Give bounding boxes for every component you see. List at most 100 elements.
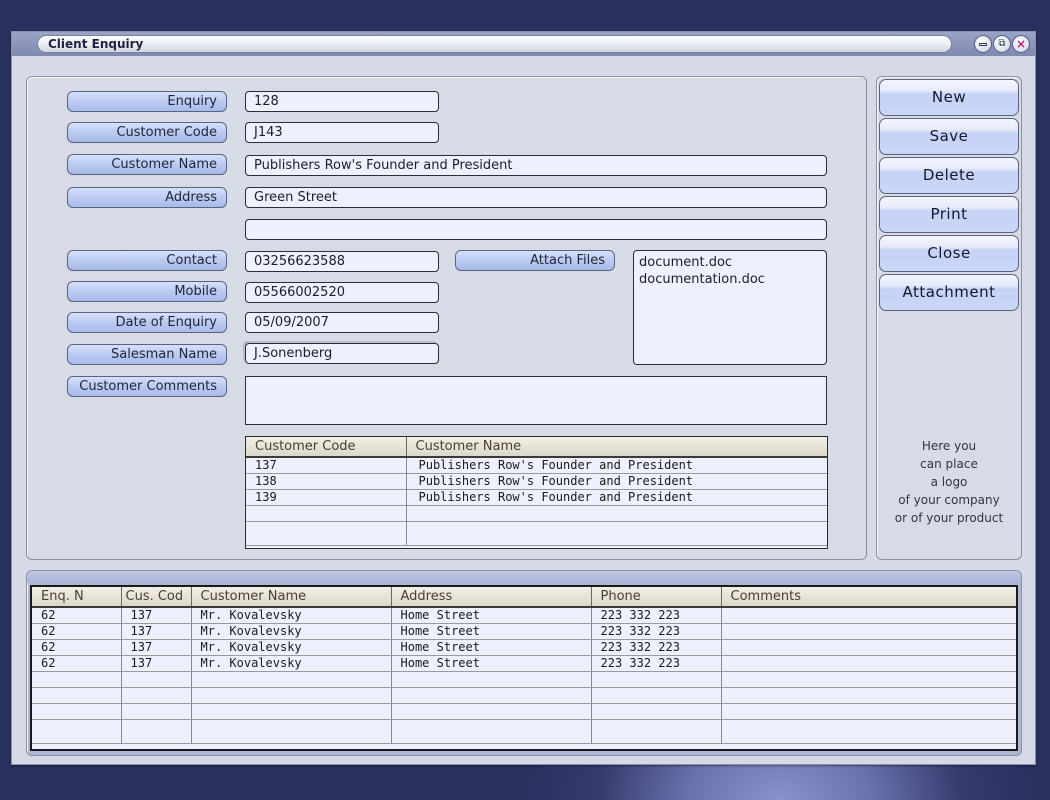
column-header-cus-cod[interactable]: Cus. Cod xyxy=(121,587,192,608)
cell-address xyxy=(391,671,592,688)
cell-customer-code: 138 xyxy=(246,473,407,490)
cell-customer-name xyxy=(191,687,392,704)
cell-phone: 223 332 223 xyxy=(591,607,722,624)
attached-files-list[interactable]: document.doc documentation.doc xyxy=(633,250,827,365)
mobile-field[interactable]: 05566002520 xyxy=(245,282,439,303)
cell-customer-name xyxy=(191,671,392,688)
cell-address: Home Street xyxy=(391,639,592,656)
cell-customer-code xyxy=(246,521,407,546)
close-window-button[interactable]: × xyxy=(1012,35,1030,53)
attachment-button[interactable]: Attachment xyxy=(879,274,1019,311)
cell-cus-cod: 137 xyxy=(121,655,192,672)
cell-phone: 223 332 223 xyxy=(591,623,722,640)
column-header-customer-name[interactable]: Customer Name xyxy=(406,437,827,458)
cell-phone xyxy=(591,687,722,704)
window-title: Client Enquiry xyxy=(37,35,952,53)
address-label[interactable]: Address xyxy=(67,187,227,208)
cell-cus-cod xyxy=(121,703,192,720)
table-row[interactable]: 62 137 Mr. Kovalevsky Home Street 223 332 22… xyxy=(32,607,1016,624)
table-row[interactable] xyxy=(32,703,1016,720)
enquiry-label[interactable]: Enquiry xyxy=(67,91,227,112)
address-field[interactable]: Green Street xyxy=(245,187,827,208)
enquiry-field[interactable]: 128 xyxy=(245,91,439,112)
print-button[interactable]: Print xyxy=(879,196,1019,233)
customer-name-field[interactable]: Publishers Row's Founder and President xyxy=(245,155,827,176)
cell-customer-code: 139 xyxy=(246,489,407,506)
logo-placeholder: Here you can place a logo of your compan… xyxy=(877,437,1021,527)
minimize-icon xyxy=(979,42,987,46)
mobile-label[interactable]: Mobile xyxy=(67,281,227,302)
cell-customer-code xyxy=(246,505,407,522)
contact-field[interactable]: 03256623588 xyxy=(245,251,439,272)
logo-placeholder-line: of your company xyxy=(898,493,1000,507)
customer-comments-field[interactable] xyxy=(245,376,827,425)
table-row[interactable] xyxy=(32,719,1016,744)
column-header-enq-n[interactable]: Enq. N xyxy=(32,587,122,608)
table-row[interactable] xyxy=(32,687,1016,704)
title-bar[interactable]: Client Enquiry ⧉ × xyxy=(12,32,1035,56)
table-row[interactable]: 62 137 Mr. Kovalevsky Home Street 223 332 22… xyxy=(32,623,1016,640)
table-row[interactable] xyxy=(32,671,1016,688)
customer-comments-label[interactable]: Customer Comments xyxy=(67,376,227,397)
enquiry-form-panel: Enquiry 128 Customer Code J143 Customer … xyxy=(26,76,867,560)
cell-comments xyxy=(721,655,1016,672)
column-header-customer-name[interactable]: Customer Name xyxy=(191,587,392,608)
cell-customer-code: 137 xyxy=(246,457,407,474)
date-of-enquiry-field[interactable]: 05/09/2007 xyxy=(245,312,439,333)
cell-comments xyxy=(721,623,1016,640)
cell-customer-name xyxy=(191,703,392,720)
cell-phone xyxy=(591,719,722,744)
cell-enq-n: 62 xyxy=(32,639,122,656)
cell-comments xyxy=(721,607,1016,624)
attach-files-button[interactable]: Attach Files xyxy=(455,250,615,271)
cell-cus-cod xyxy=(121,687,192,704)
cell-customer-name: Mr. Kovalevsky xyxy=(191,639,392,656)
enquiry-grid-header: Enq. N Cus. Cod Customer Name Address Ph… xyxy=(32,587,1016,608)
column-header-customer-code[interactable]: Customer Code xyxy=(246,437,407,458)
attached-file-item[interactable]: document.doc xyxy=(639,254,821,271)
enquiry-grid[interactable]: Enq. N Cus. Cod Customer Name Address Ph… xyxy=(30,585,1018,751)
table-row[interactable]: 137 Publishers Row's Founder and Presiden… xyxy=(246,457,827,474)
table-row[interactable] xyxy=(246,521,827,546)
cell-enq-n xyxy=(32,703,122,720)
logo-placeholder-line: a logo xyxy=(930,475,968,489)
salesman-name-label[interactable]: Salesman Name xyxy=(67,344,227,365)
cell-address xyxy=(391,703,592,720)
cell-address: Home Street xyxy=(391,623,592,640)
table-row[interactable]: 139 Publishers Row's Founder and Presiden… xyxy=(246,489,827,506)
column-header-comments[interactable]: Comments xyxy=(721,587,1016,608)
attached-file-item[interactable]: documentation.doc xyxy=(639,271,821,288)
cell-enq-n: 62 xyxy=(32,623,122,640)
cell-cus-cod: 137 xyxy=(121,623,192,640)
cell-phone: 223 332 223 xyxy=(591,639,722,656)
delete-button[interactable]: Delete xyxy=(879,157,1019,194)
customer-grid[interactable]: Customer Code Customer Name 137 Publisher… xyxy=(245,436,828,549)
cell-phone xyxy=(591,671,722,688)
contact-label[interactable]: Contact xyxy=(67,250,227,271)
cell-enq-n xyxy=(32,687,122,704)
column-header-phone[interactable]: Phone xyxy=(591,587,722,608)
save-button[interactable]: Save xyxy=(879,118,1019,155)
cell-cus-cod xyxy=(121,719,192,744)
table-row[interactable] xyxy=(246,505,827,522)
panel-header-strip xyxy=(27,571,1021,583)
table-row[interactable]: 62 137 Mr. Kovalevsky Home Street 223 332 22… xyxy=(32,655,1016,672)
new-button[interactable]: New xyxy=(879,79,1019,116)
cell-customer-name: Publishers Row's Founder and President xyxy=(406,457,827,474)
customer-code-field[interactable]: J143 xyxy=(245,122,439,143)
minimize-button[interactable] xyxy=(974,35,992,53)
address-line2-field[interactable] xyxy=(245,219,827,240)
enquiry-list-panel: Enq. N Cus. Cod Customer Name Address Ph… xyxy=(26,570,1022,756)
cell-enq-n xyxy=(32,671,122,688)
column-header-address[interactable]: Address xyxy=(391,587,592,608)
close-button[interactable]: Close xyxy=(879,235,1019,272)
restore-button[interactable]: ⧉ xyxy=(993,35,1011,53)
table-row[interactable]: 138 Publishers Row's Founder and Presiden… xyxy=(246,473,827,490)
salesman-name-field[interactable]: J.Sonenberg xyxy=(245,343,439,364)
cell-customer-name: Mr. Kovalevsky xyxy=(191,623,392,640)
logo-placeholder-line: can place xyxy=(920,457,978,471)
date-of-enquiry-label[interactable]: Date of Enquiry xyxy=(67,312,227,333)
table-row[interactable]: 62 137 Mr. Kovalevsky Home Street 223 332 22… xyxy=(32,639,1016,656)
customer-name-label[interactable]: Customer Name xyxy=(67,154,227,175)
customer-code-label[interactable]: Customer Code xyxy=(67,122,227,143)
